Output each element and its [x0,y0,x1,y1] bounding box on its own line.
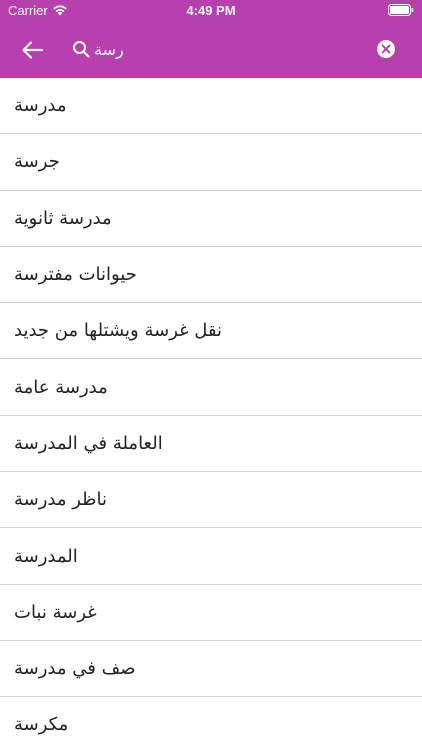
list-item[interactable]: صف في مدرسة [0,641,422,698]
list-item-label: مدرسة عامة [14,376,108,398]
status-time: 4:49 PM [186,3,236,18]
search-icon [73,41,90,58]
status-bar: Carrier 4:49 PM [0,0,422,22]
list-item-label: مدرسة [14,95,67,117]
list-item-label: المدرسة [14,545,78,567]
list-item[interactable]: مدرسة ثانوية [0,191,422,247]
list-item-label: مدرسة ثانوية [14,207,112,229]
list-item-label: العاملة في المدرسة [14,432,163,454]
list-item[interactable]: العاملة في المدرسة [0,416,422,473]
search-input[interactable] [94,34,354,64]
list-item[interactable]: نقل غرسة ويشتلها من جديد [0,303,422,360]
back-button[interactable] [16,34,48,66]
results-list: مدرسة جرسة مدرسة ثانوية حيوانات مفترسة ن… [0,78,422,750]
list-item[interactable]: جرسة [0,134,422,191]
search-bar [0,22,422,78]
clear-search-icon[interactable] [376,39,396,59]
list-item-label: جرسة [14,151,60,173]
list-item[interactable]: المدرسة [0,528,422,585]
app-header: Carrier 4:49 PM [0,0,422,78]
list-item[interactable]: مدرسة [0,78,422,135]
list-item-label: غرسة نبات [14,601,97,623]
battery-icon [388,4,414,16]
arrow-left-icon [22,41,43,59]
list-item[interactable]: حيوانات مفترسة [0,247,422,304]
list-item[interactable]: ناظر مدرسة [0,472,422,529]
list-item[interactable]: مكرسة [0,697,422,750]
list-item-label: ناظر مدرسة [14,489,107,511]
list-item-label: صف في مدرسة [14,658,136,680]
list-item-label: مكرسة [14,714,69,736]
list-item[interactable]: غرسة نبات [0,585,422,641]
list-item-label: حيوانات مفترسة [14,264,137,286]
list-item-label: نقل غرسة ويشتلها من جديد [14,320,223,342]
list-item[interactable]: مدرسة عامة [0,359,422,416]
